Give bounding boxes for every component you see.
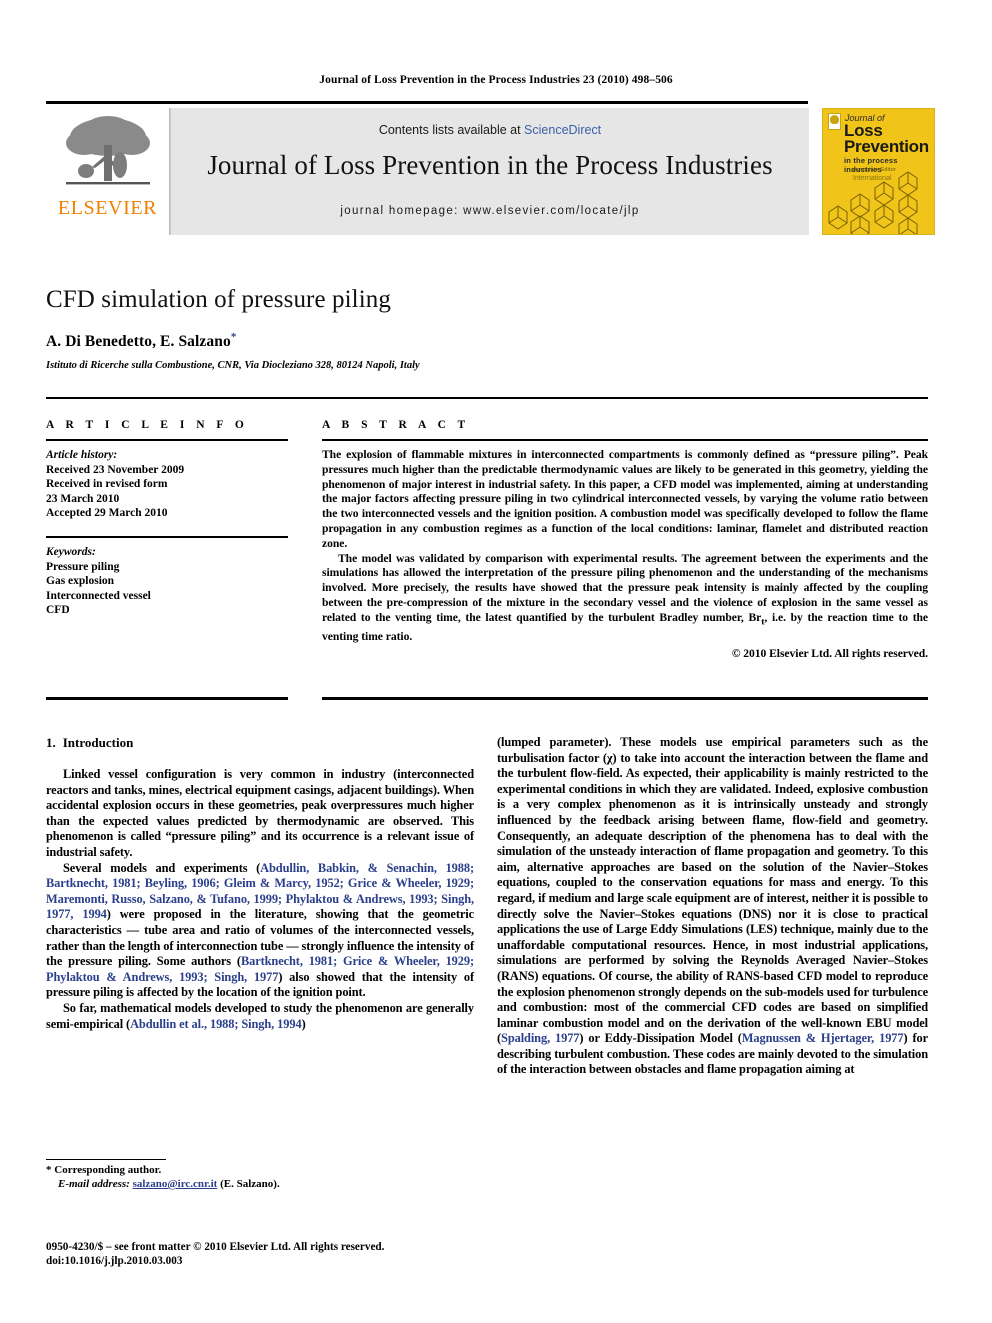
article-info-column: A R T I C L E I N F O Article history: R… bbox=[46, 419, 288, 618]
contents-prefix: Contents lists available at bbox=[378, 123, 525, 137]
p2-text-a: Several models and experiments ( bbox=[63, 860, 261, 875]
rc-text-b: ) or Eddy-Dissipation Model ( bbox=[579, 1031, 742, 1046]
copyright-line: © 2010 Elsevier Ltd. All rights reserved… bbox=[731, 646, 928, 660]
article-info-heading-rule bbox=[46, 439, 288, 441]
history-item: Accepted 29 March 2010 bbox=[46, 507, 168, 520]
author-names: A. Di Benedetto, E. Salzano bbox=[46, 333, 231, 351]
page-title: CFD simulation of pressure piling bbox=[46, 286, 391, 313]
citation-group-3[interactable]: Abdullin et al., 1988; Singh, 1994 bbox=[130, 1017, 302, 1031]
abstract-paragraph: The model was validated by comparison wi… bbox=[322, 552, 928, 645]
cover-elsevier-mark bbox=[828, 113, 841, 130]
intro-paragraph-3: So far, mathematical models developed to… bbox=[46, 1001, 474, 1032]
email-note: E-mail address: salzano@irc.cnr.it (E. S… bbox=[46, 1177, 474, 1191]
elsevier-tree-icon bbox=[62, 113, 154, 196]
elsevier-wordmark: ELSEVIER bbox=[57, 197, 158, 219]
journal-cover-thumbnail: Journal of Loss Prevention in the process… bbox=[822, 108, 935, 235]
section-number: 1. bbox=[46, 735, 56, 750]
cover-line-2: Loss Prevention bbox=[844, 122, 929, 156]
abstract-bottom-rule bbox=[322, 697, 928, 700]
journal-band: Contents lists available at ScienceDirec… bbox=[170, 108, 809, 235]
history-item: Received 23 November 2009 bbox=[46, 463, 185, 476]
history-item: 23 March 2010 bbox=[46, 492, 120, 505]
section-label: Introduction bbox=[62, 735, 134, 750]
masthead-top-rule bbox=[46, 101, 808, 104]
email-suffix: (E. Salzano). bbox=[220, 1178, 280, 1190]
cover-tree-icon bbox=[830, 115, 839, 124]
journal-masthead: ELSEVIER Contents lists available at Sci… bbox=[46, 108, 951, 235]
section-heading-introduction: 1. Introduction bbox=[46, 735, 474, 751]
author-list: A. Di Benedetto, E. Salzano* bbox=[46, 331, 926, 351]
body-column-left: 1. Introduction Linked vessel configurati… bbox=[46, 735, 474, 1032]
citation-magnussen[interactable]: Magnussen & Hjertager, 1977 bbox=[742, 1031, 904, 1045]
article-info-bottom-rule bbox=[46, 697, 288, 700]
body-column-right: (lumped parameter). These models use emp… bbox=[497, 735, 928, 1078]
issn-copyright-block: 0950-4230/$ – see front matter © 2010 El… bbox=[46, 1240, 516, 1269]
paper-page: Journal of Loss Prevention in the Proces… bbox=[0, 0, 992, 1323]
citation-spalding[interactable]: Spalding, 1977 bbox=[501, 1031, 579, 1045]
keywords-divider-rule bbox=[46, 535, 288, 538]
running-head: Journal of Loss Prevention in the Proces… bbox=[319, 74, 673, 86]
intro-paragraph-2: Several models and experiments (Abdullin… bbox=[46, 861, 474, 1001]
email-label: E-mail address: bbox=[58, 1178, 130, 1190]
article-history-block: Article history: Received 23 November 20… bbox=[46, 448, 288, 521]
right-column-paragraph: (lumped parameter). These models use emp… bbox=[497, 735, 928, 1078]
sciencedirect-link[interactable]: ScienceDirect bbox=[524, 123, 601, 137]
keywords-label: Keywords: bbox=[46, 545, 96, 558]
affiliation: Istituto di Ricerche sulla Combustione, … bbox=[46, 360, 420, 372]
footnote-divider-rule bbox=[46, 1159, 166, 1160]
keyword-item: Interconnected vessel bbox=[46, 589, 151, 602]
p3-text-b: ) bbox=[301, 1016, 306, 1031]
keywords-block: Keywords: Pressure piling Gas explosion … bbox=[46, 545, 288, 618]
keyword-item: CFD bbox=[46, 604, 70, 617]
keyword-item: Gas explosion bbox=[46, 575, 115, 588]
keyword-item: Pressure piling bbox=[46, 560, 120, 573]
abstract-column: A B S T R A C T The explosion of flammab… bbox=[322, 419, 928, 661]
footnote-block: * Corresponding author. E-mail address: … bbox=[46, 1163, 474, 1191]
abstract-heading-rule bbox=[322, 439, 928, 441]
issn-line: 0950-4230/$ – see front matter © 2010 El… bbox=[46, 1241, 385, 1253]
title-block: CFD simulation of pressure piling A. Di … bbox=[46, 286, 926, 371]
journal-title: Journal of Loss Prevention in the Proces… bbox=[207, 150, 773, 180]
abstract-body: The explosion of flammable mixtures in i… bbox=[322, 448, 928, 661]
corresponding-author-note: * Corresponding author. bbox=[46, 1164, 162, 1176]
contents-list-line: Contents lists available at ScienceDirec… bbox=[171, 123, 809, 137]
doi-line: doi:10.1016/j.jlp.2010.03.003 bbox=[46, 1255, 183, 1268]
history-item: Received in revised form bbox=[46, 478, 168, 491]
journal-homepage[interactable]: journal homepage: www.elsevier.com/locat… bbox=[171, 205, 809, 217]
info-section-top-rule bbox=[46, 397, 928, 399]
cover-hexagon-graphic bbox=[823, 168, 934, 234]
article-history-label: Article history: bbox=[46, 449, 118, 461]
elsevier-logo: ELSEVIER bbox=[46, 108, 170, 235]
intro-paragraph-1: Linked vessel configuration is very comm… bbox=[46, 767, 474, 859]
abstract-paragraph: The explosion of flammable mixtures in i… bbox=[322, 448, 928, 550]
cover-prevention: Prevention bbox=[844, 137, 929, 156]
corresponding-author-marker: * bbox=[230, 331, 237, 343]
email-link[interactable]: salzano@irc.cnr.it bbox=[133, 1178, 218, 1190]
article-info-heading: A R T I C L E I N F O bbox=[46, 419, 249, 431]
rc-text-a: (lumped parameter). These models use emp… bbox=[497, 735, 928, 1046]
abstract-heading: A B S T R A C T bbox=[322, 419, 470, 431]
